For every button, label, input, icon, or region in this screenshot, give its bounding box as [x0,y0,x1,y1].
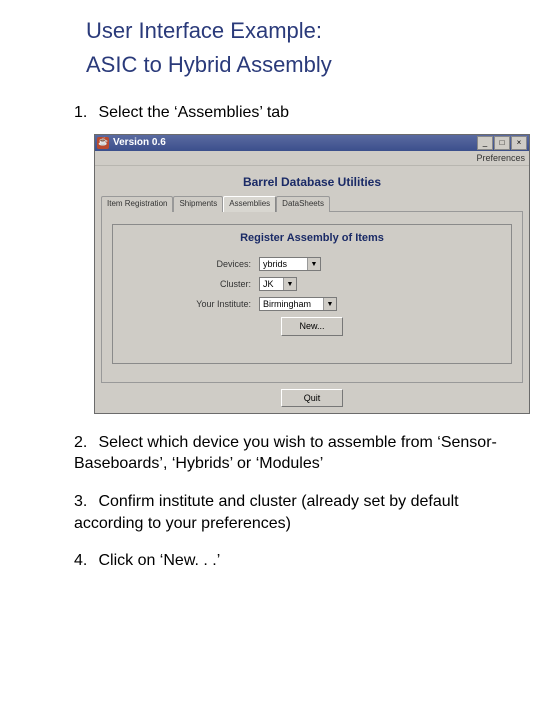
close-button[interactable]: × [511,136,527,150]
step-4-number: 4. [74,550,94,572]
step-3-number: 3. [74,491,94,513]
tab-assemblies[interactable]: Assemblies [223,196,276,212]
step-3: 3. Confirm institute and cluster (alread… [74,491,510,534]
new-button[interactable]: New... [281,317,343,335]
institute-value: Birmingham [263,298,323,310]
step-1-text: Select the ‘Assemblies’ tab [98,104,289,121]
page-title: User Interface Example: [86,18,510,44]
devices-label: Devices: [121,258,259,270]
window-title: Version 0.6 [113,136,477,150]
step-2-number: 2. [74,432,94,454]
titlebar: ☕ Version 0.6 _ □ × [95,135,529,151]
app-main-title: Barrel Database Utilities [101,174,523,190]
devices-value: ybrids [263,258,307,270]
step-1: 1. Select the ‘Assemblies’ tab ☕ Version… [74,102,510,414]
step-1-number: 1. [74,102,94,124]
menu-preferences[interactable]: Preferences [476,152,525,164]
tab-item-registration[interactable]: Item Registration [101,196,173,212]
register-assembly-group: Register Assembly of Items Devices: ybri… [112,224,512,364]
cluster-value: JK [263,278,283,290]
tab-panel: Register Assembly of Items Devices: ybri… [101,211,523,383]
group-title: Register Assembly of Items [121,231,503,246]
cluster-label: Cluster: [121,278,259,290]
chevron-down-icon: ▼ [323,298,336,310]
tab-datasheets[interactable]: DataSheets [276,196,330,212]
institute-combo[interactable]: Birmingham ▼ [259,297,337,311]
tabstrip: Item Registration Shipments Assemblies D… [101,196,523,212]
devices-combo[interactable]: ybrids ▼ [259,257,321,271]
cluster-combo[interactable]: JK ▼ [259,277,297,291]
chevron-down-icon: ▼ [283,278,296,290]
step-4: 4. Click on ‘New. . .’ [74,550,510,572]
minimize-button[interactable]: _ [477,136,493,150]
quit-button[interactable]: Quit [281,389,343,407]
maximize-button[interactable]: □ [494,136,510,150]
chevron-down-icon: ▼ [307,258,320,270]
tab-shipments[interactable]: Shipments [173,196,223,212]
app-window: ☕ Version 0.6 _ □ × Preferences Barrel D… [94,134,530,414]
step-2-text: Select which device you wish to assemble… [74,434,497,473]
step-3-text: Confirm institute and cluster (already s… [74,493,459,532]
step-2: 2. Select which device you wish to assem… [74,432,510,475]
step-4-text: Click on ‘New. . .’ [98,552,220,569]
menubar: Preferences [95,151,529,166]
institute-label: Your Institute: [121,298,259,310]
page-subtitle: ASIC to Hybrid Assembly [86,52,510,78]
java-cup-icon: ☕ [97,137,109,149]
